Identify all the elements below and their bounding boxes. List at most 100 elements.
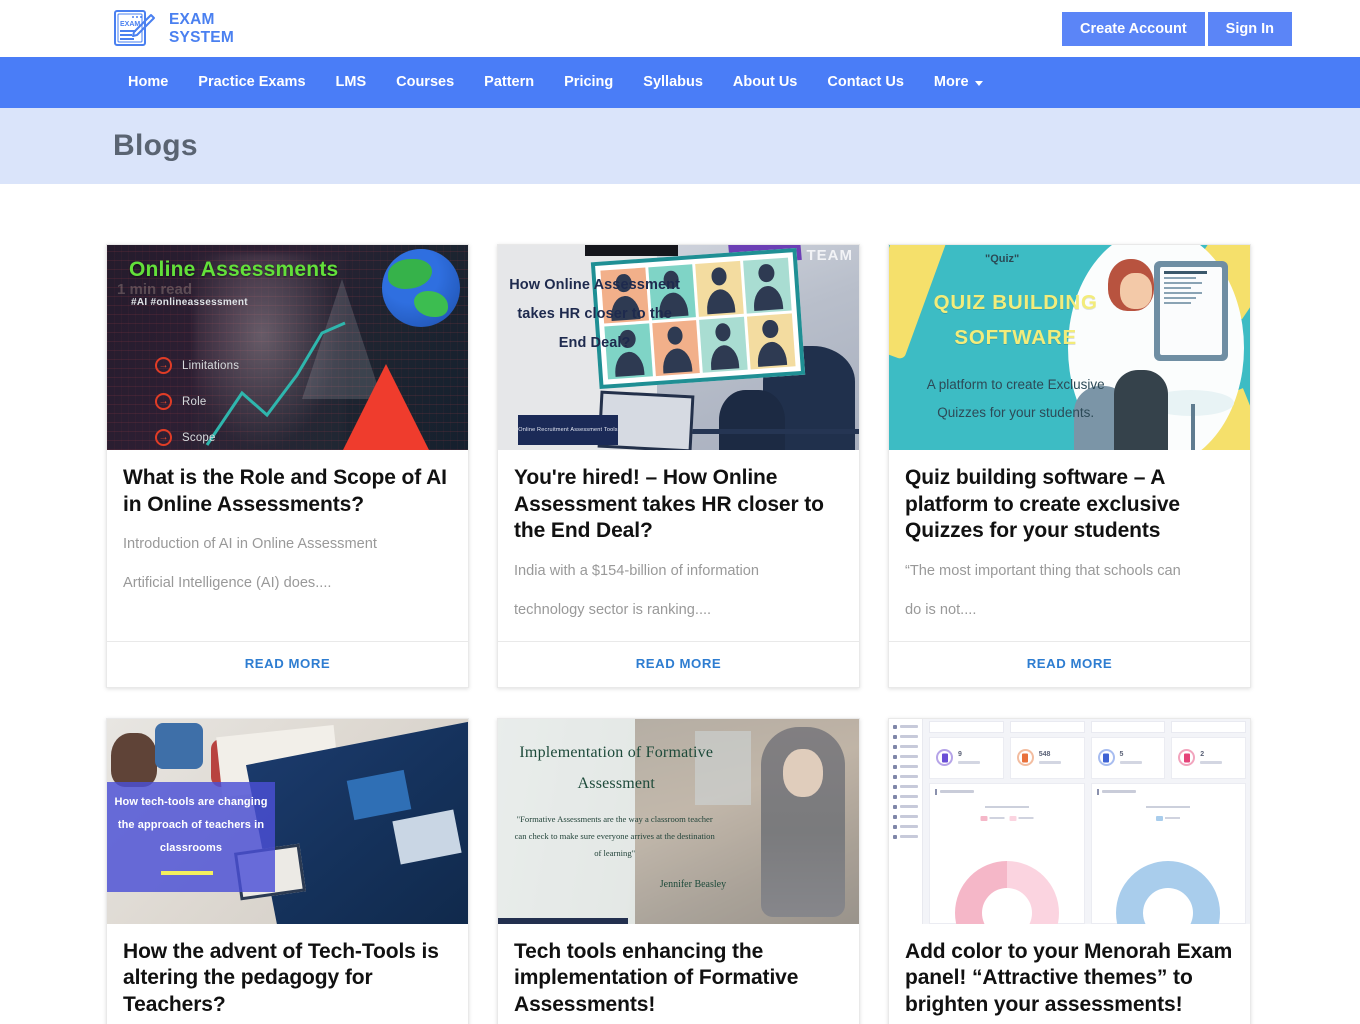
sidebar-label-bar xyxy=(900,785,918,788)
nav-label: Pricing xyxy=(564,74,614,90)
tablet-stand-shape xyxy=(1191,404,1195,450)
dashboard-top-row xyxy=(929,720,1246,733)
sidebar-label-bar xyxy=(900,755,918,758)
blog-card-thumbnail[interactable]: 9 548 5 2 xyxy=(889,718,1250,924)
thumbnail-art-exam-dashboard: 9 548 5 2 xyxy=(889,718,1250,924)
sidebar-icon xyxy=(893,754,897,759)
sign-in-button[interactable]: Sign In xyxy=(1207,11,1292,46)
panel-title-bar xyxy=(940,790,974,793)
blog-card-excerpt-line-2: do is not.... xyxy=(905,601,977,618)
stat-label-bar xyxy=(1038,761,1061,764)
brand-logo-link[interactable]: EXAM EXAM SYSTEM xyxy=(113,9,234,49)
nav-item-lms[interactable]: LMS xyxy=(321,57,382,108)
sidebar-icon xyxy=(893,804,897,809)
nav-item-syllabus[interactable]: Syllabus xyxy=(628,57,718,108)
nav-label: About Us xyxy=(732,74,798,90)
nav-item-practice-exams[interactable]: Practice Exams xyxy=(183,57,320,108)
sidebar-label-bar xyxy=(900,735,918,738)
exam-document-pencil-icon: EXAM xyxy=(113,9,157,49)
thumbnail-art-hr-assessment: TEAM How Online Assessment takes HR clos… xyxy=(498,245,859,450)
blog-card-excerpt-line-1: India with a $154-billion of information xyxy=(514,562,759,579)
nav-item-pattern[interactable]: Pattern xyxy=(469,57,549,108)
brand-name: EXAM SYSTEM xyxy=(169,11,234,47)
blog-card[interactable]: TEAM How Online Assessment takes HR clos… xyxy=(497,244,860,688)
nav-label: Contact Us xyxy=(827,74,904,90)
arrow-right-circle-icon: → xyxy=(155,429,172,446)
sidebar-item xyxy=(893,804,922,809)
nav-item-home[interactable]: Home xyxy=(113,57,183,108)
blog-card[interactable]: "Quiz" QUIZ BUILDING SOFTWARE A platform… xyxy=(888,244,1251,688)
sidebar-label-bar xyxy=(900,765,918,768)
tablet-screen-line xyxy=(1164,276,1197,279)
brand-line-2: SYSTEM xyxy=(169,28,234,46)
blog-card-thumbnail[interactable]: TEAM How Online Assessment takes HR clos… xyxy=(498,245,859,450)
thumb-badge-label: Online Recruitment Assessment Tools xyxy=(518,415,618,445)
stat-text: 5 xyxy=(1119,751,1142,764)
thumb-quote: "Formative Assessments are the way a cla… xyxy=(514,813,715,858)
stat-value: 9 xyxy=(958,751,962,759)
sidebar-item xyxy=(893,824,922,829)
blog-card[interactable]: 1 min read Online Assessments #AI #onlin… xyxy=(106,244,469,688)
chart-panel xyxy=(1090,782,1246,924)
blog-card-footer: READ MORE xyxy=(107,640,468,687)
nav-label: LMS xyxy=(335,74,367,90)
read-more-link[interactable]: READ MORE xyxy=(1027,656,1113,671)
stat-label-bar xyxy=(1119,761,1142,764)
create-account-button[interactable]: Create Account xyxy=(1062,11,1205,46)
thumb-ghost-text: 1 min read xyxy=(117,281,193,298)
nav-item-pricing[interactable]: Pricing xyxy=(549,57,628,108)
nav-label: Home xyxy=(128,74,169,90)
nav-item-courses[interactable]: Courses xyxy=(381,57,469,108)
legend-label-bar xyxy=(1018,817,1034,819)
blog-card-title: Add color to your Menorah Exam panel! “A… xyxy=(905,939,1233,1016)
blog-card-thumbnail[interactable]: Implementation of Formative Assessment "… xyxy=(498,718,859,924)
person-body-shape xyxy=(1114,370,1168,450)
legend-label-bar xyxy=(1165,817,1181,819)
blog-card-thumbnail[interactable]: How tech-tools are changing the approach… xyxy=(107,718,468,924)
blog-card-body: How the advent of Tech-Tools is altering… xyxy=(107,924,468,1024)
stat-value: 2 xyxy=(1200,751,1205,759)
thumb-bullet-label: Role xyxy=(182,395,207,408)
blog-card-thumbnail[interactable]: "Quiz" QUIZ BUILDING SOFTWARE A platform… xyxy=(889,245,1250,450)
arrow-right-circle-icon: → xyxy=(155,357,172,374)
blog-card-excerpt-line-1: Introduction of AI in Online Assessment xyxy=(123,536,377,552)
nav-item-more[interactable]: More xyxy=(919,57,998,108)
blog-card-excerpt-line-2: Artificial Intelligence (AI) does.... xyxy=(123,575,332,591)
stat-card: 548 xyxy=(1009,736,1085,779)
panel-title-icon xyxy=(935,788,937,795)
donut-chart-blue xyxy=(1116,860,1221,924)
legend-entry xyxy=(1156,815,1181,821)
sidebar-item xyxy=(893,774,922,779)
sidebar-item xyxy=(893,744,922,749)
stat-label-bar xyxy=(958,761,980,764)
blog-card[interactable]: How tech-tools are changing the approach… xyxy=(106,717,469,1024)
stat-value: 548 xyxy=(1038,751,1051,759)
donut-chart-pink xyxy=(954,860,1059,924)
nav-label: Pattern xyxy=(484,74,535,90)
legend-entry xyxy=(1009,815,1034,821)
sidebar-icon xyxy=(893,734,897,739)
sidebar-item xyxy=(893,834,922,839)
read-more-link[interactable]: READ MORE xyxy=(636,656,722,671)
nav-item-about-us[interactable]: About Us xyxy=(718,57,812,108)
tablet-screen-line xyxy=(1164,296,1197,299)
stat-card: 2 xyxy=(1171,736,1246,779)
read-more-link[interactable]: READ MORE xyxy=(245,656,331,671)
stat-value: 5 xyxy=(1119,751,1124,759)
blog-card-thumbnail[interactable]: 1 min read Online Assessments #AI #onlin… xyxy=(107,245,468,450)
blog-card[interactable]: 9 548 5 2 Add color to your Menorah Exam… xyxy=(888,717,1251,1024)
sidebar-icon xyxy=(893,814,897,819)
thumb-headline: Online Assessments xyxy=(129,258,339,281)
nav-item-contact-us[interactable]: Contact Us xyxy=(812,57,919,108)
stat-ring-icon xyxy=(1097,749,1115,766)
chart-title-bar xyxy=(1146,805,1191,808)
stat-card: 9 xyxy=(929,736,1004,779)
sidebar-item xyxy=(893,754,922,759)
blog-card-body: Tech tools enhancing the implementation … xyxy=(498,924,859,1024)
blog-card[interactable]: Implementation of Formative Assessment "… xyxy=(497,717,860,1024)
dashboard-chart-panels xyxy=(929,782,1246,924)
thumb-bullet-label: Scope xyxy=(182,431,216,444)
chart-legend xyxy=(1156,815,1181,821)
tablet-screen-line xyxy=(1164,281,1202,284)
top-tile xyxy=(1090,720,1166,733)
